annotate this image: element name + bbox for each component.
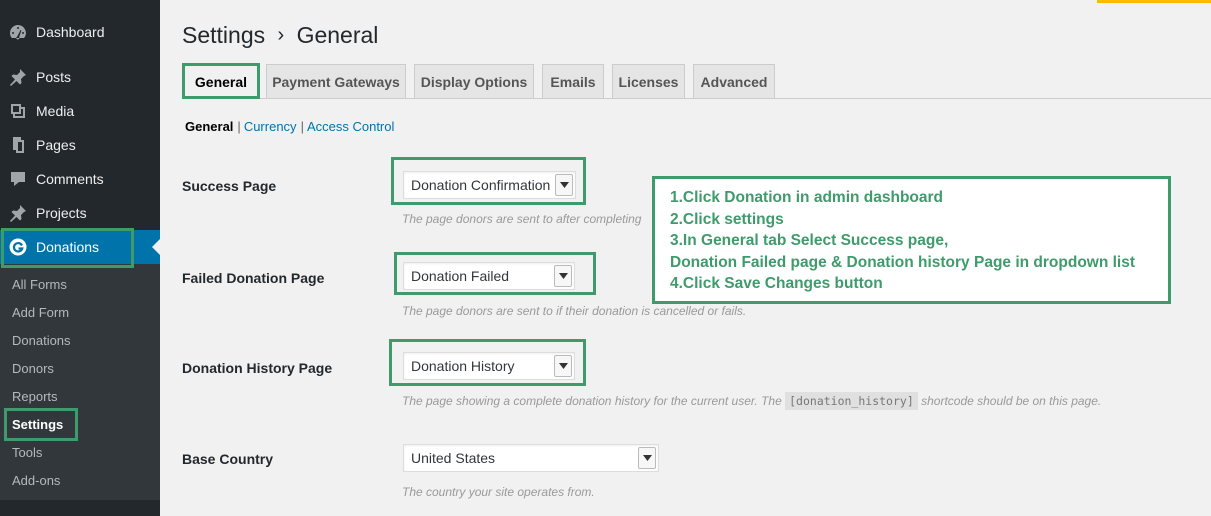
menu-donations[interactable]: Donations xyxy=(0,230,160,264)
subnav-general[interactable]: General xyxy=(185,119,233,134)
submenu-tools[interactable]: Tools xyxy=(12,444,42,462)
settings-subnav: General | Currency | Access Control xyxy=(185,119,394,134)
menu-pages-label: Pages xyxy=(36,137,76,153)
success-page-value: Donation Confirmation xyxy=(411,177,551,193)
subnav-separator: | xyxy=(237,119,241,134)
instruction-line: 1.Click Donation in admin dashboard xyxy=(670,189,944,206)
submenu-settings[interactable]: Settings xyxy=(12,416,63,434)
chevron-down-icon xyxy=(555,174,573,196)
top-accent-bar xyxy=(1097,0,1211,3)
comments-icon xyxy=(0,169,36,189)
admin-sidebar: Dashboard Posts Media Pages Comments Pro… xyxy=(0,0,160,516)
instructions-callout: 1.Click Donation in admin dashboard 2.Cl… xyxy=(652,176,1171,304)
menu-posts[interactable]: Posts xyxy=(0,60,160,94)
menu-projects-label: Projects xyxy=(36,205,87,221)
instruction-line: 2.Click settings xyxy=(670,210,784,228)
subnav-access-control[interactable]: Access Control xyxy=(307,119,394,134)
subnav-separator: | xyxy=(300,119,304,134)
dashboard-icon xyxy=(0,22,36,42)
tab-emails[interactable]: Emails xyxy=(542,64,604,99)
failed-page-select[interactable]: Donation Failed xyxy=(403,262,575,290)
menu-comments[interactable]: Comments xyxy=(0,162,160,196)
menu-media[interactable]: Media xyxy=(0,94,160,128)
chevron-down-icon xyxy=(638,447,656,469)
pushpin-icon xyxy=(0,67,36,87)
menu-projects[interactable]: Projects xyxy=(0,196,160,230)
submenu-add-ons[interactable]: Add-ons xyxy=(12,472,60,490)
submenu-add-form[interactable]: Add Form xyxy=(12,304,69,322)
page-title: Settings › General xyxy=(182,22,379,48)
instruction-line: 3.In General tab Select Success page, xyxy=(670,232,949,249)
tab-payment-gateways[interactable]: Payment Gateways xyxy=(266,64,406,99)
success-page-select[interactable]: Donation Confirmation xyxy=(403,171,576,199)
tab-advanced[interactable]: Advanced xyxy=(693,64,775,99)
history-page-label: Donation History Page xyxy=(182,360,333,376)
submenu-donations[interactable]: Donations xyxy=(12,332,71,350)
instruction-line: Donation Failed page & Donation history … xyxy=(670,253,1136,271)
instruction-line: 4.Click Save Changes button xyxy=(670,275,883,292)
tab-display-options[interactable]: Display Options xyxy=(414,64,534,99)
menu-posts-label: Posts xyxy=(36,69,72,85)
failed-page-value: Donation Failed xyxy=(411,268,510,284)
chevron-down-icon xyxy=(554,265,572,287)
history-page-value: Donation History xyxy=(411,358,515,374)
menu-donations-label: Donations xyxy=(36,239,100,255)
menu-media-label: Media xyxy=(36,103,75,119)
tab-divider xyxy=(182,98,1211,99)
success-page-description: The page donors are sent to after comple… xyxy=(402,212,642,226)
base-country-description: The country your site operates from. xyxy=(402,485,595,499)
media-icon xyxy=(0,101,36,121)
success-page-label: Success Page xyxy=(182,178,277,194)
failed-page-description: The page donors are sent to if their don… xyxy=(402,304,747,318)
give-logo-icon xyxy=(0,237,36,257)
donations-submenu: All Forms Add Form Donations Donors Repo… xyxy=(0,264,160,500)
base-country-value: United States xyxy=(411,450,496,466)
pushpin-icon xyxy=(0,203,36,223)
menu-pages[interactable]: Pages xyxy=(0,128,160,162)
menu-dashboard[interactable]: Dashboard xyxy=(0,15,160,49)
shortcode-tag: [donation_history] xyxy=(785,392,918,410)
menu-dashboard-label: Dashboard xyxy=(36,24,105,40)
menu-comments-label: Comments xyxy=(36,171,104,187)
subnav-currency[interactable]: Currency xyxy=(244,119,297,134)
submenu-reports[interactable]: Reports xyxy=(12,388,58,406)
base-country-select[interactable]: United States xyxy=(403,444,659,472)
submenu-all-forms[interactable]: All Forms xyxy=(12,276,67,294)
failed-page-label: Failed Donation Page xyxy=(182,270,325,286)
base-country-label: Base Country xyxy=(182,451,274,467)
tab-licenses[interactable]: Licenses xyxy=(612,64,685,99)
submenu-donors[interactable]: Donors xyxy=(12,360,54,378)
history-page-description: The page showing a complete donation his… xyxy=(402,392,1102,410)
tab-general[interactable]: General xyxy=(184,64,258,99)
history-page-select[interactable]: Donation History xyxy=(403,352,575,380)
pages-icon xyxy=(0,135,36,155)
chevron-down-icon xyxy=(554,355,572,377)
